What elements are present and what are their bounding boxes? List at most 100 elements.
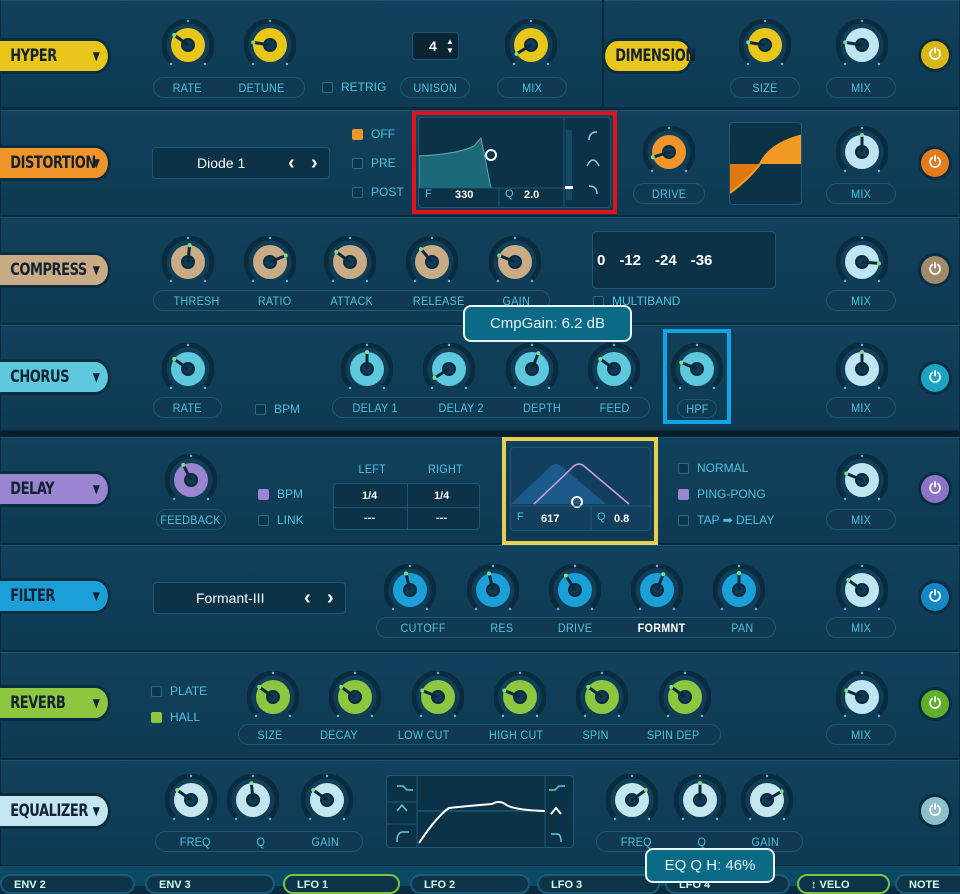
- right-time-value[interactable]: 1/4: [434, 490, 449, 502]
- knob-drive[interactable]: [548, 563, 602, 616]
- knob-rate[interactable]: [161, 342, 215, 395]
- knob-label: RELEASE: [412, 293, 465, 308]
- knob-spin-dep[interactable]: [658, 670, 712, 723]
- knob-spin[interactable]: [575, 670, 629, 723]
- mod-tab-lfo1[interactable]: LFO 1: [283, 874, 400, 894]
- mod-tab-env3[interactable]: ENV 3: [145, 874, 275, 894]
- reverb-module-button[interactable]: REVERB ▼: [0, 688, 108, 718]
- chorus-bpm-checkbox[interactable]: BPM: [255, 402, 300, 416]
- hyper-power-button[interactable]: ⏻: [921, 41, 949, 69]
- filter-type-selector[interactable]: Formant-III ‹ ›: [153, 582, 346, 614]
- knob-mix[interactable]: [835, 563, 889, 616]
- knob-mix[interactable]: [504, 18, 558, 71]
- compress-module-button[interactable]: COMPRESS ▼: [0, 255, 108, 285]
- option-checkbox[interactable]: TAP ➡ DELAY: [678, 513, 774, 527]
- label-group: FREQ Q GAIN: [155, 831, 363, 852]
- knob-delay-2[interactable]: [422, 342, 476, 395]
- knob-gain[interactable]: [488, 235, 542, 288]
- delay-module-button[interactable]: DELAY ▼: [0, 474, 108, 504]
- knob-formnt[interactable]: [630, 563, 684, 616]
- retrig-checkbox[interactable]: RETRIG: [322, 80, 386, 94]
- knob-pan[interactable]: [712, 563, 766, 616]
- checkbox-box: [322, 81, 333, 93]
- knob-attack[interactable]: [323, 235, 377, 288]
- right-offset-value[interactable]: ---: [436, 512, 447, 524]
- equalizer-power-button[interactable]: ⏻: [921, 797, 949, 825]
- delay-link-checkbox[interactable]: LINK: [258, 513, 304, 527]
- equalizer-module-button[interactable]: EQUALIZER ▼: [0, 796, 108, 826]
- mod-tab-lfo2[interactable]: LFO 2: [410, 874, 530, 894]
- knob-ratio[interactable]: [243, 235, 297, 288]
- knob-thresh[interactable]: [161, 235, 215, 288]
- distortion-filter-display[interactable]: F 330 Q 2.0: [418, 117, 611, 208]
- knob-freq[interactable]: [605, 773, 659, 826]
- mod-tab-lfo3[interactable]: LFO 3: [537, 874, 660, 894]
- eq-graph[interactable]: [386, 775, 574, 848]
- knob-feed[interactable]: [587, 342, 641, 395]
- knob-res[interactable]: [466, 563, 520, 616]
- knob-mix[interactable]: [835, 235, 889, 288]
- bandpass-curve: [511, 463, 650, 530]
- option-checkbox[interactable]: OFF: [352, 127, 395, 141]
- left-time-value[interactable]: 1/4: [362, 490, 377, 502]
- knob-size[interactable]: [246, 670, 300, 723]
- option-checkbox[interactable]: NORMAL: [678, 461, 748, 475]
- knob-mix[interactable]: [835, 125, 889, 178]
- hyper-module-button[interactable]: HYPER ▼: [0, 41, 108, 71]
- distortion-module-button[interactable]: DISTORTION ▼: [0, 148, 108, 178]
- distortion-mode-selector[interactable]: Diode 1 ‹ ›: [152, 147, 330, 179]
- filter-power-button[interactable]: ⏻: [921, 583, 949, 611]
- distortion-power-button[interactable]: ⏻: [921, 149, 949, 177]
- dropdown-arrow-icon: ▼: [92, 696, 100, 710]
- mod-tab-note[interactable]: NOTE: [895, 874, 960, 894]
- knob-decay[interactable]: [328, 670, 382, 723]
- knob-delay-1[interactable]: [340, 342, 394, 395]
- knob-feedback[interactable]: [164, 453, 218, 506]
- knob-freq[interactable]: [164, 773, 218, 826]
- knob-high-cut[interactable]: [493, 670, 547, 723]
- checkbox-box: [255, 403, 266, 415]
- unison-stepper[interactable]: 4 ▲ ▼: [412, 32, 459, 60]
- prev-arrow-icon[interactable]: ‹: [304, 583, 311, 613]
- option-checkbox[interactable]: HALL: [151, 710, 200, 724]
- delay-bpm-checkbox[interactable]: BPM: [258, 487, 303, 501]
- mod-tab-velo[interactable]: ↕ VELO: [797, 874, 890, 894]
- left-offset-value[interactable]: ---: [364, 512, 375, 524]
- label-group: MIX: [826, 77, 896, 98]
- knob-q[interactable]: [226, 773, 280, 826]
- knob-q[interactable]: [673, 773, 727, 826]
- next-arrow-icon[interactable]: ›: [327, 583, 334, 613]
- option-checkbox[interactable]: POST: [352, 185, 404, 199]
- option-checkbox[interactable]: PLATE: [151, 684, 207, 698]
- knob-mix[interactable]: [835, 670, 889, 723]
- reverb-power-button[interactable]: ⏻: [921, 690, 949, 718]
- knob-mix[interactable]: [835, 18, 889, 71]
- delay-filter-display[interactable]: F 617 Q 0.8: [510, 447, 651, 531]
- knob-cutoff[interactable]: [383, 563, 437, 616]
- knob-mix[interactable]: [835, 342, 889, 395]
- filter-module-button[interactable]: FILTER ▼: [0, 581, 108, 611]
- knob-size[interactable]: [738, 18, 792, 71]
- next-arrow-icon[interactable]: ›: [311, 148, 318, 178]
- delay-power-button[interactable]: ⏻: [921, 475, 949, 503]
- knob-depth[interactable]: [505, 342, 559, 395]
- chorus-power-button[interactable]: ⏻: [921, 364, 949, 392]
- option-checkbox[interactable]: PRE: [352, 156, 396, 170]
- option-checkbox[interactable]: PING-PONG: [678, 487, 766, 501]
- knob-low-cut[interactable]: [411, 670, 465, 723]
- knob-detune[interactable]: [243, 18, 297, 71]
- knob-mix[interactable]: [835, 453, 889, 506]
- prev-arrow-icon[interactable]: ‹: [288, 148, 295, 178]
- chorus-module-button[interactable]: CHORUS ▼: [0, 362, 108, 392]
- knob-drive[interactable]: [642, 125, 696, 178]
- label-group: SIZE: [730, 77, 800, 98]
- knob-gain[interactable]: [300, 773, 354, 826]
- knob-gain[interactable]: [740, 773, 794, 826]
- knob-hpf[interactable]: [670, 342, 724, 395]
- mod-tab-env2[interactable]: ENV 2: [0, 874, 135, 894]
- compress-power-button[interactable]: ⏻: [921, 256, 949, 284]
- knob-release[interactable]: [405, 235, 459, 288]
- knob-rate[interactable]: [161, 18, 215, 71]
- knob-label: MIX: [850, 400, 871, 415]
- knob-label: MIX: [850, 620, 871, 635]
